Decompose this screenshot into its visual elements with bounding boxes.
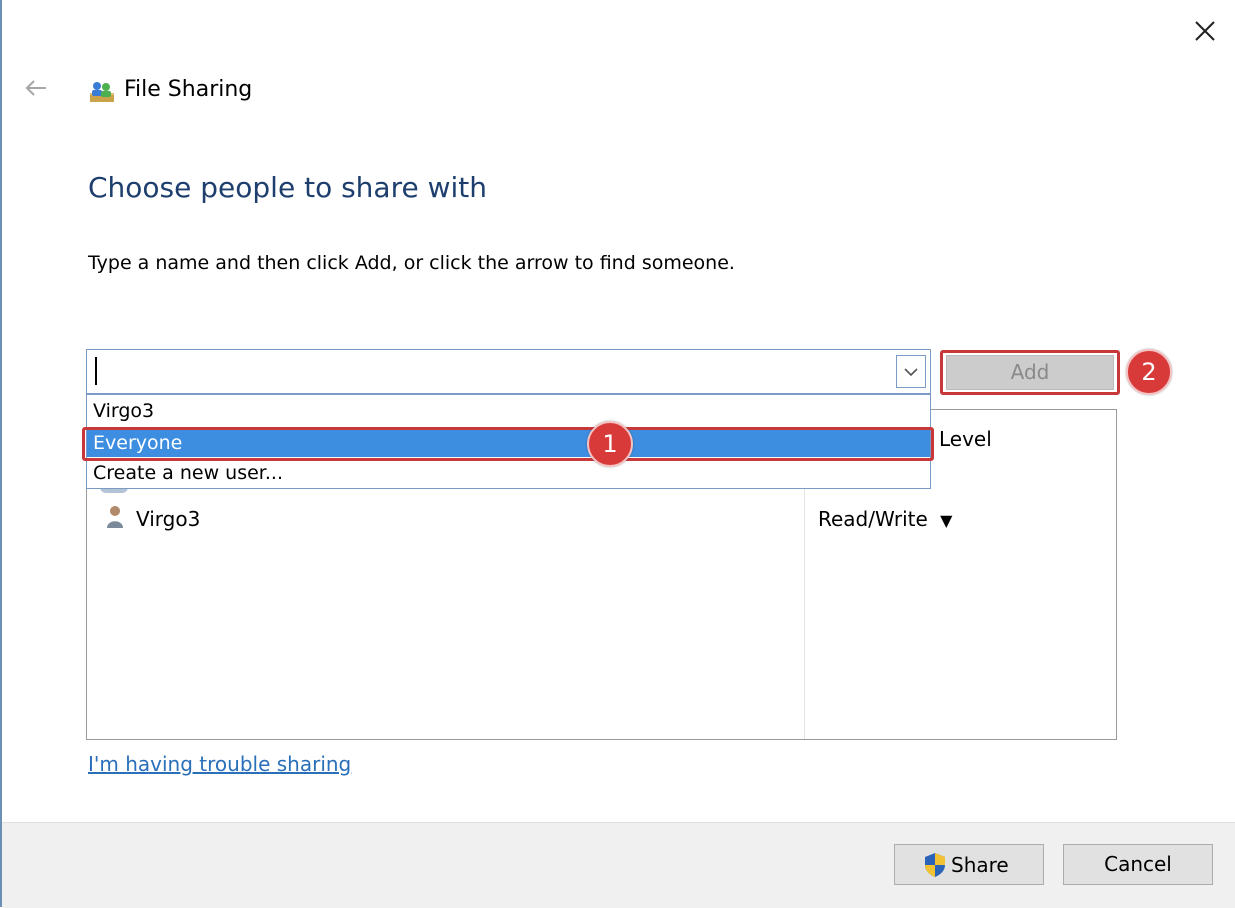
text-caret: [95, 357, 97, 385]
user-icon: [105, 505, 125, 529]
close-icon: [1195, 21, 1215, 41]
share-button[interactable]: Share: [894, 844, 1044, 885]
help-link[interactable]: I'm having trouble sharing: [88, 752, 351, 776]
add-button-highlight: [940, 350, 1120, 395]
cancel-button[interactable]: Cancel: [1063, 844, 1213, 885]
name-input[interactable]: [95, 354, 885, 388]
window-title: File Sharing: [124, 77, 253, 102]
permission-value: Read/Write: [818, 507, 928, 531]
back-button[interactable]: [24, 78, 48, 98]
step-1-badge: 1: [587, 421, 633, 467]
permission-dropdown[interactable]: Read/Write ▼: [818, 507, 952, 531]
caret-down-icon: ▼: [940, 511, 953, 530]
dialog-footer: [2, 822, 1235, 908]
close-button[interactable]: [1188, 14, 1222, 48]
user-name: Virgo3: [136, 507, 201, 531]
back-arrow-icon: [25, 80, 46, 96]
instructions-text: Type a name and then click Add, or click…: [88, 252, 735, 274]
share-label: Share: [951, 853, 1009, 877]
dropdown-arrow-button[interactable]: [896, 355, 926, 388]
step-2-badge: 2: [1126, 349, 1172, 395]
permission-level-header: Level: [939, 427, 992, 451]
suggestion-virgo3[interactable]: Virgo3: [87, 397, 930, 425]
suggestion-create-new-user[interactable]: Create a new user...: [87, 459, 930, 487]
uac-shield-icon: [925, 853, 945, 877]
window-left-border: [0, 0, 2, 907]
name-combobox[interactable]: [86, 349, 931, 394]
page-heading: Choose people to share with: [88, 171, 488, 204]
chevron-down-icon: [904, 368, 918, 377]
file-sharing-icon: [89, 79, 115, 103]
everyone-highlight: [82, 427, 934, 461]
